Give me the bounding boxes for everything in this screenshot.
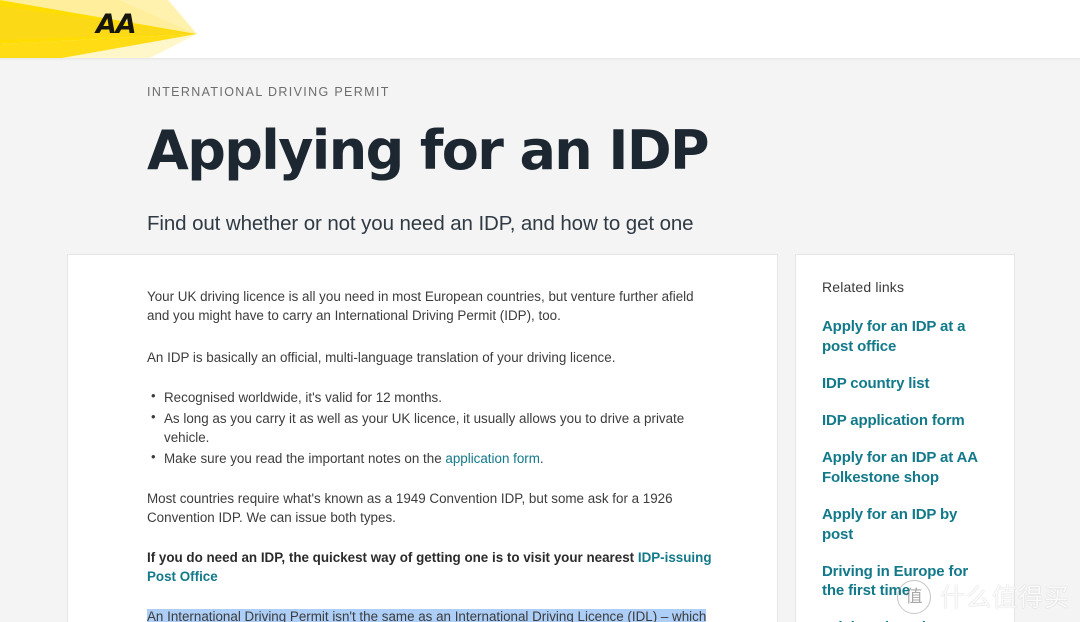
article-paragraph-2: An IDP is basically an official, multi-l… bbox=[147, 350, 616, 366]
article-paragraph-3: Most countries require what's known as a… bbox=[147, 491, 673, 526]
list-item: Apply for an IDP at AA Folkestone shop bbox=[822, 448, 992, 488]
bold-paragraph-prefix: If you do need an IDP, the quickest way … bbox=[147, 550, 638, 566]
list-item: IDP application form bbox=[822, 411, 992, 431]
application-form-link[interactable]: application form bbox=[445, 451, 540, 466]
sidebar-link-driving-in-europe[interactable]: Driving in Europe for the first time bbox=[822, 562, 992, 602]
related-links-list: Apply for an IDP at a post office IDP co… bbox=[822, 317, 992, 622]
list-item: Recognised worldwide, it's valid for 12 … bbox=[151, 387, 717, 407]
list-item: As long as you carry it as well as your … bbox=[151, 408, 717, 447]
list-item: Apply for an IDP at a post office bbox=[822, 317, 992, 357]
related-links-title: Related links bbox=[822, 279, 905, 295]
bullet-text-2: As long as you carry it as well as your … bbox=[164, 411, 685, 446]
aa-logo[interactable]: AA bbox=[96, 11, 137, 38]
header-shadow-divider bbox=[0, 58, 1080, 61]
bullet-text-3-prefix: Make sure you read the important notes o… bbox=[164, 451, 446, 467]
article-selected-paragraph: An International Driving Permit isn't th… bbox=[147, 607, 717, 622]
aa-flash-graphic bbox=[0, 0, 320, 58]
list-item: Driving in Europe for the first time bbox=[822, 562, 992, 602]
sidebar-link-driving-abroad[interactable]: Driving abroad bbox=[822, 618, 992, 622]
list-item: IDP country list bbox=[822, 374, 992, 394]
bullet-text-3-suffix: . bbox=[539, 451, 544, 467]
page-subtitle: Find out whether or not you need an IDP,… bbox=[147, 211, 694, 235]
sidebar-link-aa-folkestone-shop[interactable]: Apply for an IDP at AA Folkestone shop bbox=[822, 448, 992, 488]
sidebar-link-idp-application-form[interactable]: IDP application form bbox=[822, 411, 992, 431]
article-body: Your UK driving licence is all you need … bbox=[68, 255, 777, 622]
related-links-card: Related links Apply for an IDP at a post… bbox=[795, 254, 1015, 622]
selected-text-highlight: An International Driving Permit isn't th… bbox=[147, 609, 707, 622]
page-root: AA INTERNATIONAL DRIVING PERMIT Applying… bbox=[0, 0, 1080, 622]
article-paragraph-1: Your UK driving licence is all you need … bbox=[147, 289, 694, 324]
list-item: Make sure you read the important notes o… bbox=[151, 448, 717, 468]
site-header: AA bbox=[0, 0, 1080, 58]
article-bullet-list: Recognised worldwide, it's valid for 12 … bbox=[147, 387, 717, 468]
list-item: Apply for an IDP by post bbox=[822, 505, 992, 545]
sidebar-link-apply-post-office[interactable]: Apply for an IDP at a post office bbox=[822, 317, 992, 357]
sidebar-link-apply-by-post[interactable]: Apply for an IDP by post bbox=[822, 505, 992, 545]
breadcrumb-eyebrow: INTERNATIONAL DRIVING PERMIT bbox=[147, 85, 390, 99]
list-item: Driving abroad bbox=[822, 618, 992, 622]
article-bold-paragraph: If you do need an IDP, the quickest way … bbox=[147, 548, 717, 586]
bullet-text-1: Recognised worldwide, it's valid for 12 … bbox=[164, 390, 442, 406]
page-title: Applying for an IDP bbox=[147, 118, 710, 182]
related-links-inner: Related links Apply for an IDP at a post… bbox=[796, 255, 1014, 622]
page-title-block: INTERNATIONAL DRIVING PERMIT Applying fo… bbox=[147, 86, 967, 237]
sidebar-link-idp-country-list[interactable]: IDP country list bbox=[822, 374, 992, 394]
flash-rays-svg bbox=[0, 0, 197, 58]
main-content-card: Your UK driving licence is all you need … bbox=[67, 254, 778, 622]
